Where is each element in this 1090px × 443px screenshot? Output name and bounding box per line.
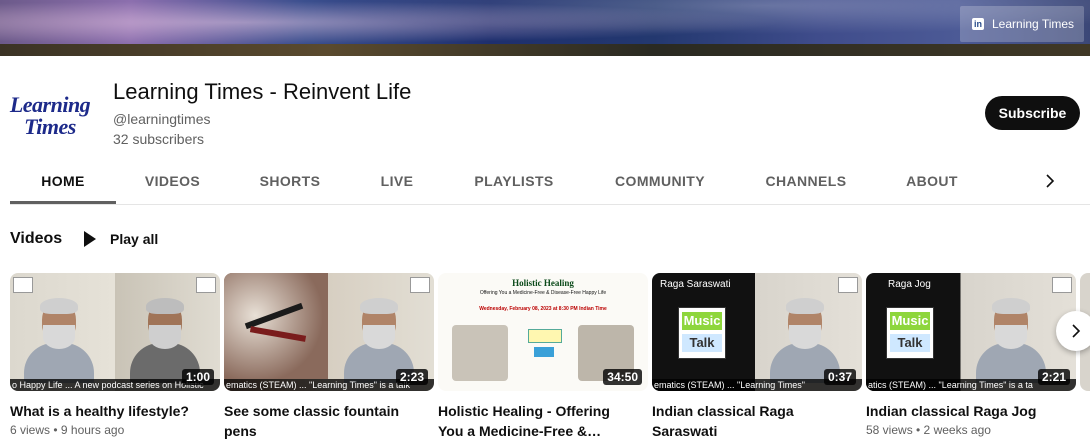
video-card[interactable]: ematics (STEAM) ... "Learning Times" is … [224,273,434,443]
pens-image [224,273,328,379]
podcast-window-icon [534,347,554,357]
video-thumbnail[interactable]: Raga Jog Music Talk atics (STEAM) ... "L… [866,273,1076,391]
tab-playlists[interactable]: PLAYLISTS [443,160,585,202]
thumbnail-heading: Holistic Healing [512,278,574,288]
music-talk-logo: Music Talk [678,307,726,359]
presenter-image [976,298,1046,383]
avatar-text-line1: Learning [9,92,91,117]
presenter-image [24,298,94,383]
tab-about[interactable]: ABOUT [877,160,987,202]
channel-watermark-icon [838,277,858,293]
video-title[interactable]: Holistic Healing - Offering You a Medici… [438,401,628,441]
channel-banner: in Learning Times [0,0,1090,56]
video-duration: 1:00 [181,369,214,385]
play-all-label: Play all [110,231,159,247]
banner-ground [0,44,1090,56]
video-thumbnail[interactable]: Holistic Healing Offering You a Medicine… [438,273,648,391]
tab-home[interactable]: HOME [10,160,116,204]
video-card[interactable]: o Happy Life ... A new podcast series on… [10,273,220,437]
tab-shorts[interactable]: SHORTS [229,160,351,202]
linkedin-icon: in [972,18,984,30]
video-title[interactable]: See some classic fountain pens [224,401,414,441]
chevron-right-icon [1072,324,1081,338]
banner-link-label: Learning Times [992,17,1075,31]
music-talk-line2: Talk [682,334,722,352]
tab-live[interactable]: LIVE [351,160,443,202]
banner-link-linkedin[interactable]: in Learning Times [960,6,1084,42]
avatar-text-line2: Times [24,114,76,139]
video-duration: 34:50 [603,369,642,385]
chevron-right-icon [1046,174,1055,188]
shelf-next-button[interactable] [1056,311,1090,351]
video-duration: 2:23 [395,369,428,385]
video-thumbnail[interactable]: o Happy Life ... A new podcast series on… [10,273,220,391]
thumbnail-label: Raga Jog [888,279,931,290]
subscriber-count: 32 subscribers [113,131,205,147]
channel-handle: @learningtimes [113,111,211,127]
play-icon [84,231,96,247]
channel-watermark-icon [1052,277,1072,293]
channel-watermark-icon [196,277,216,293]
video-duration: 0:37 [823,369,856,385]
tab-community[interactable]: COMMUNITY [585,160,735,202]
guest-image [452,325,508,381]
tabs-scroll-right-button[interactable] [1010,160,1090,202]
music-talk-logo: Music Talk [886,307,934,359]
video-duration: 2:21 [1037,369,1070,385]
thumbnail-subheading: Offering You a Medicine-Free & Disease-F… [479,290,607,296]
channel-tabs: HOME VIDEOS SHORTS LIVE PLAYLISTS COMMUN… [10,160,1090,205]
video-title[interactable]: Indian classical Raga Saraswati [652,401,842,441]
channel-watermark-icon [13,277,33,293]
tab-videos[interactable]: VIDEOS [116,160,229,202]
subscribe-button[interactable]: Subscribe [985,96,1080,130]
section-title: Videos [10,230,63,247]
video-title[interactable]: Indian classical Raga Jog [866,401,1056,421]
presenter-image [344,298,414,383]
channel-title: Learning Times - Reinvent Life [113,79,412,104]
thumbnail-date: Wednesday, February 08, 2023 at 8:30 PM … [479,306,607,312]
video-card[interactable]: Raga Jog Music Talk atics (STEAM) ... "L… [866,273,1076,437]
music-talk-line2: Talk [890,334,930,352]
music-talk-line1: Music [682,312,722,330]
show-logo-icon [528,329,562,343]
video-thumbnail[interactable]: Raga Saraswati Music Talk ematics (STEAM… [652,273,862,391]
video-card[interactable]: Holistic Healing Offering You a Medicine… [438,273,648,443]
music-talk-line1: Music [890,312,930,330]
video-title[interactable]: What is a healthy lifestyle? [10,401,200,421]
play-all-button[interactable]: Play all [78,225,158,253]
tab-channels[interactable]: CHANNELS [735,160,877,202]
presenter-image [770,298,840,383]
channel-avatar[interactable]: Learning Times [9,76,91,156]
video-thumbnail[interactable]: ematics (STEAM) ... "Learning Times" is … [224,273,434,391]
channel-watermark-icon [410,277,430,293]
guest-image [130,298,200,383]
thumbnail-label: Raga Saraswati [660,279,731,290]
video-card[interactable]: Raga Saraswati Music Talk ematics (STEAM… [652,273,862,443]
